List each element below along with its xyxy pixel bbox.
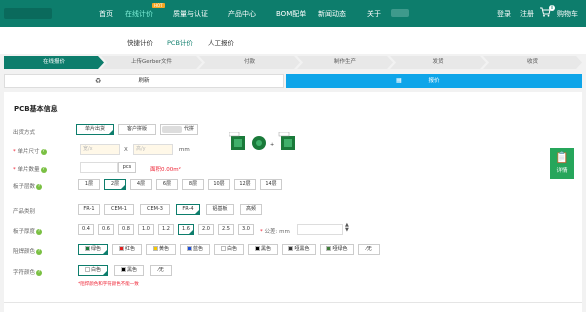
clipboard-icon: 📋	[555, 151, 569, 164]
silk-black[interactable]: 黑色	[114, 265, 144, 276]
tolerance-label: * 公差: mm	[260, 229, 290, 235]
mask-green[interactable]: 绿色	[78, 244, 108, 255]
mask-none[interactable]: ⁄无	[358, 244, 380, 255]
color-note: *阻焊颜色和字符颜色不能一致	[78, 282, 139, 287]
option-fr1[interactable]: FR-1	[78, 204, 100, 215]
refresh-button[interactable]: ♻ 刷新	[4, 74, 284, 88]
qty-label: * 单片数量?	[13, 166, 47, 173]
nav-about[interactable]: 关于	[367, 9, 381, 19]
tab-pcb-quote[interactable]: PCB计价	[167, 37, 193, 47]
option-layer-4[interactable]: 4层	[130, 179, 152, 190]
layers-label: 板子层数?	[13, 183, 43, 190]
option-layer-14[interactable]: 14层	[260, 179, 282, 190]
mask-white[interactable]: 白色	[214, 244, 244, 255]
qty-input[interactable]	[80, 162, 118, 173]
calculator-icon: ▦	[396, 77, 402, 84]
step-online-quote: 在线报价	[4, 56, 104, 69]
svg-text:+: +	[270, 142, 274, 148]
cart-link[interactable]: 购物车	[557, 9, 578, 19]
step-production: 制作生产	[297, 56, 393, 69]
top-nav: 首页 在线计价 HOT 质量与认证 产品中心 BOM配单 新闻动态 关于 登录 …	[0, 0, 586, 27]
mask-color-label: 阻焊颜色?	[13, 248, 43, 255]
step-payment: 付款	[199, 56, 300, 69]
pcb-preview-icon: +	[228, 131, 299, 160]
option-thk-2.5[interactable]: 2.5	[218, 224, 234, 235]
stepper-arrows-icon[interactable]: ▲ ▼	[345, 223, 349, 233]
option-thk-3.0[interactable]: 3.0	[238, 224, 254, 235]
hot-badge: HOT	[152, 3, 165, 8]
option-thk-0.8[interactable]: 0.8	[118, 224, 134, 235]
option-thk-0.4[interactable]: 0.4	[78, 224, 94, 235]
material-label: 产品类别	[13, 209, 36, 215]
size-separator: X	[124, 147, 128, 153]
mask-matte-green[interactable]: 哑绿色	[320, 244, 354, 255]
size-height-input[interactable]: 高/y	[133, 144, 173, 155]
nav-bom[interactable]: BOM配单	[276, 9, 306, 19]
option-thk-1.2[interactable]: 1.2	[158, 224, 174, 235]
option-thk-1.0[interactable]: 1.0	[138, 224, 154, 235]
nav-news[interactable]: 新闻动态	[318, 9, 346, 19]
quote-label: 报价	[428, 78, 440, 84]
option-layer-10[interactable]: 10层	[208, 179, 230, 190]
nav-home[interactable]: 首页	[99, 9, 113, 19]
silk-white[interactable]: 白色	[78, 265, 108, 276]
option-customer-panel[interactable]: 客户拼版	[118, 124, 156, 135]
area-text: 面积0.00m²	[150, 167, 181, 173]
pcb-info-panel: PCB基本信息 出货方式 单片出货 客户拼版 代拼 + * 单片尺寸? 宽/x …	[4, 92, 582, 304]
step-upload-gerber: 上传Gerber文件	[101, 56, 202, 69]
silk-none[interactable]: ⁄无	[150, 265, 172, 276]
login-link[interactable]: 登录	[497, 9, 511, 19]
detail-button[interactable]: 📋 详情	[550, 148, 574, 179]
order-steps: 在线报价 上传Gerber文件 付款 制作生产 发货 收货	[4, 56, 582, 69]
next-panel-edge	[4, 302, 582, 312]
recycle-icon: ♻	[95, 77, 102, 85]
option-cem1[interactable]: CEM-1	[104, 204, 134, 215]
option-thk-0.6[interactable]: 0.6	[98, 224, 114, 235]
option-layer-6[interactable]: 6层	[156, 179, 178, 190]
option-layer-12[interactable]: 12层	[234, 179, 256, 190]
option-high-freq[interactable]: 高频	[240, 204, 262, 215]
option-layer-1[interactable]: 1层	[78, 179, 100, 190]
cart-count-badge: 0	[549, 5, 555, 11]
outgoing-label: 出货方式	[13, 130, 36, 136]
silk-color-label: 字符颜色?	[13, 269, 43, 276]
option-layer-8[interactable]: 8层	[182, 179, 204, 190]
option-thk-1.6[interactable]: 1.6	[178, 224, 194, 235]
mask-blue[interactable]: 蓝色	[180, 244, 210, 255]
size-width-input[interactable]: 宽/x	[80, 144, 120, 155]
option-aluminum[interactable]: 铝基板	[206, 204, 234, 215]
quote-button[interactable]: ▦ 报价	[286, 74, 582, 88]
nav-online-quote[interactable]: 在线计价	[125, 9, 153, 19]
option-single-ship[interactable]: 单片出货	[76, 124, 114, 135]
tab-manual-quote[interactable]: 人工报价	[208, 37, 234, 47]
mask-yellow[interactable]: 黄色	[146, 244, 176, 255]
option-fr4[interactable]: FR-4	[176, 204, 200, 215]
size-label: * 单片尺寸?	[13, 148, 47, 155]
mask-black[interactable]: 黑色	[248, 244, 278, 255]
action-row: ♻ 刷新 ▦ 报价	[4, 74, 582, 88]
blurred-option-prefix	[162, 126, 182, 133]
mask-red[interactable]: 红色	[112, 244, 142, 255]
nav-products[interactable]: 产品中心	[228, 9, 256, 19]
refresh-label: 刷新	[138, 78, 150, 84]
register-link[interactable]: 注册	[520, 9, 534, 19]
detail-label: 详情	[556, 168, 568, 174]
site-logo[interactable]	[4, 8, 52, 19]
tolerance-input[interactable]	[297, 224, 343, 235]
option-cem3[interactable]: CEM-3	[140, 204, 170, 215]
tab-quick-quote[interactable]: 快捷计价	[127, 37, 153, 47]
qty-unit: pcs	[118, 162, 136, 173]
mask-matte-black[interactable]: 哑黑色	[282, 244, 316, 255]
sub-nav: 快捷计价 PCB计价 人工报价	[0, 27, 586, 54]
thickness-label: 板子厚度?	[13, 228, 43, 235]
step-receipt: 收货	[483, 56, 582, 69]
section-title: PCB基本信息	[14, 105, 58, 113]
size-unit: mm	[179, 147, 190, 153]
nav-quality[interactable]: 质量与认证	[173, 9, 208, 19]
option-layer-2[interactable]: 2层	[104, 179, 126, 190]
step-shipping: 发货	[390, 56, 486, 69]
blurred-nav-item	[391, 9, 409, 17]
option-thk-2.0[interactable]: 2.0	[198, 224, 214, 235]
